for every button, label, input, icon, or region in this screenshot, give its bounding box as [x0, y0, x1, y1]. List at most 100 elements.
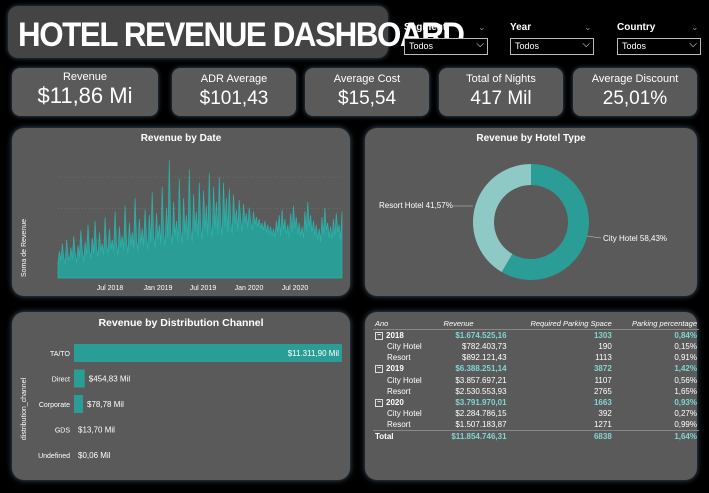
donut-slice-resort-hotel[interactable] [473, 164, 531, 273]
collapse-icon[interactable]: − [375, 365, 383, 374]
row-parking-text: 1271 [593, 420, 612, 430]
row-name: Resort [373, 386, 436, 397]
slicer-year[interactable]: Year ⌄ Todos ⌵ [510, 22, 594, 55]
row-name-text: Resort [387, 386, 411, 396]
table-row: Resort $2.530.553,93 2765 1,65% [373, 386, 699, 397]
row-revenue: $6.388.251,14 [436, 363, 509, 374]
kpi-label: Total of Nights [466, 73, 536, 85]
country-dropdown[interactable]: Todos ⌵ [617, 38, 701, 55]
row-pct-text: 0,84% [674, 331, 697, 340]
row-pct-text: 0,93% [674, 398, 697, 408]
table-year-row[interactable]: −2019 $6.388.251,14 3872 1,42% [373, 363, 699, 374]
col-header-pct[interactable]: Parking percentage [613, 318, 699, 330]
row-pct: 0,93% [614, 397, 699, 408]
row-revenue-text: $3.791.970,01 [455, 398, 507, 408]
x-tick-label: Jul 2020 [282, 285, 309, 292]
table-row: Resort $1.507.183,87 1271 0,99% [373, 419, 699, 431]
row-parking: 190 [509, 341, 614, 352]
row-revenue: $3.791.970,01 [436, 397, 509, 408]
x-tick-label: Jul 2019 [190, 285, 217, 292]
value-label: $11.311,90 Mil [288, 349, 340, 358]
row-name-text: City Hotel [387, 375, 422, 385]
row-revenue: $782.403,73 [436, 341, 509, 352]
row-name: −2019 [373, 363, 436, 374]
category-label: TA/TO [50, 351, 71, 358]
row-pct: 0,84% [614, 330, 699, 342]
hotel-type-donut: Resort Hotel 41,57% City Hotel 58,43% [379, 164, 667, 280]
row-name: −2018 [373, 330, 436, 342]
collapse-icon[interactable]: − [375, 398, 383, 407]
row-name: City Hotel [373, 341, 436, 352]
resort-hotel-label: Resort Hotel 41,57% [379, 201, 453, 210]
kpi-label: Average Discount [591, 73, 679, 85]
row-parking: 3872 [509, 363, 614, 374]
bar-corporate[interactable] [74, 395, 83, 413]
revenue-by-date-chart: Soma de Revenue Jul 2018 Jan 2019 Jul 2019… [21, 159, 343, 292]
revenue-table: Ano Revenue Required Parking Space Parki… [373, 318, 699, 443]
row-parking: 2765 [509, 386, 614, 397]
slicer-country[interactable]: Country ⌄ Todos ⌵ [617, 22, 701, 55]
row-pct: 1,65% [614, 386, 699, 397]
col-header-parking[interactable]: Required Parking Space [508, 318, 614, 330]
total-revenue: $11.854.746,31 [435, 430, 509, 443]
kpi-adr: ADR Average $101,43 [172, 68, 296, 116]
kpi-revenue: Revenue $11,86 Mi [12, 68, 158, 116]
row-parking: 1303 [509, 330, 614, 342]
table-year-row[interactable]: −2018 $1.674.525,16 1303 0,84% [373, 330, 699, 342]
row-pct: 0,27% [614, 408, 699, 419]
title-box: HOTEL REVENUE DASHBOARD [8, 6, 465, 58]
segment-dropdown[interactable]: Todos ⌵ [404, 38, 488, 55]
row-name-text: City Hotel [387, 409, 422, 419]
chevron-down-icon: ⌵ [476, 39, 484, 50]
page-title: HOTEL REVENUE DASHBOARD [18, 16, 465, 54]
chevron-down-icon: ⌄ [691, 22, 699, 32]
year-dropdown[interactable]: Todos ⌵ [510, 38, 594, 55]
collapse-icon[interactable]: − [375, 331, 383, 340]
row-revenue: $2.284.786,15 [436, 408, 509, 419]
row-revenue: $892.121,43 [436, 352, 509, 363]
bar-direct[interactable] [74, 369, 85, 388]
row-name: −2020 [373, 397, 436, 408]
row-pct: 0,15% [614, 341, 699, 352]
row-revenue: $1.674.525,16 [436, 330, 509, 342]
col-header-ano[interactable]: Ano [373, 318, 436, 330]
row-parking: 1271 [509, 419, 614, 431]
row-parking-text: 1107 [594, 375, 612, 385]
value-label: $13,70 Mil [78, 426, 115, 435]
row-name-text: 2020 [386, 398, 404, 408]
row-parking-text: 3872 [593, 364, 612, 374]
revenue-table-panel: Ano Revenue Required Parking Space Parki… [365, 312, 699, 480]
row-name-text: Resort [387, 353, 411, 363]
category-label: GDS [55, 428, 71, 435]
col-header-revenue[interactable]: Revenue [435, 318, 509, 330]
chevron-down-icon: ⌵ [582, 39, 590, 50]
row-name: Resort [373, 419, 436, 431]
revenue-by-date-panel: Revenue by Date Soma de Revenue Jul 2018… [12, 128, 350, 296]
city-leader-line [586, 235, 602, 239]
chevron-down-icon: ⌄ [478, 22, 486, 32]
row-pct-text: 0,56% [674, 375, 697, 385]
slicer-value: Todos [515, 41, 540, 51]
kpi-label: Average Cost [333, 73, 401, 85]
kpi-value: 25,01% [602, 88, 668, 109]
total-pct: 1,64% [613, 430, 699, 443]
slicer-segment[interactable]: Segment ⌄ Todos ⌵ [404, 22, 488, 55]
table-year-row[interactable]: −2020 $3.791.970,01 1663 0,93% [373, 397, 699, 408]
row-pct: 0,99% [614, 419, 699, 431]
revenue-by-hotel-type-panel: Revenue by Hotel Type Resort Hotel 41,57… [365, 128, 697, 296]
row-pct: 0,91% [614, 352, 699, 363]
slicer-label: Segment [404, 22, 447, 33]
channel-bar-chart: distribution_channel TA/TO $11.311,90 Mil… [21, 344, 342, 460]
row-parking-text: 392 [598, 409, 612, 419]
row-parking: 392 [509, 408, 614, 419]
table-row: City Hotel $3.857.697,21 1107 0,56% [373, 375, 699, 386]
table-total-row: Total $11.854.746,31 6838 1,64% [373, 430, 699, 443]
row-pct-text: 0,27% [674, 409, 697, 419]
slicer-label: Year [510, 22, 532, 33]
category-label: Corporate [39, 402, 70, 409]
row-revenue-text: $2.530.553,93 [455, 386, 507, 396]
row-name-text: 2019 [386, 364, 404, 374]
row-revenue-text: $6.388.251,14 [455, 364, 507, 374]
row-pct-text: 0,91% [674, 353, 697, 363]
y-axis-label: Soma de Revenue [21, 219, 28, 277]
